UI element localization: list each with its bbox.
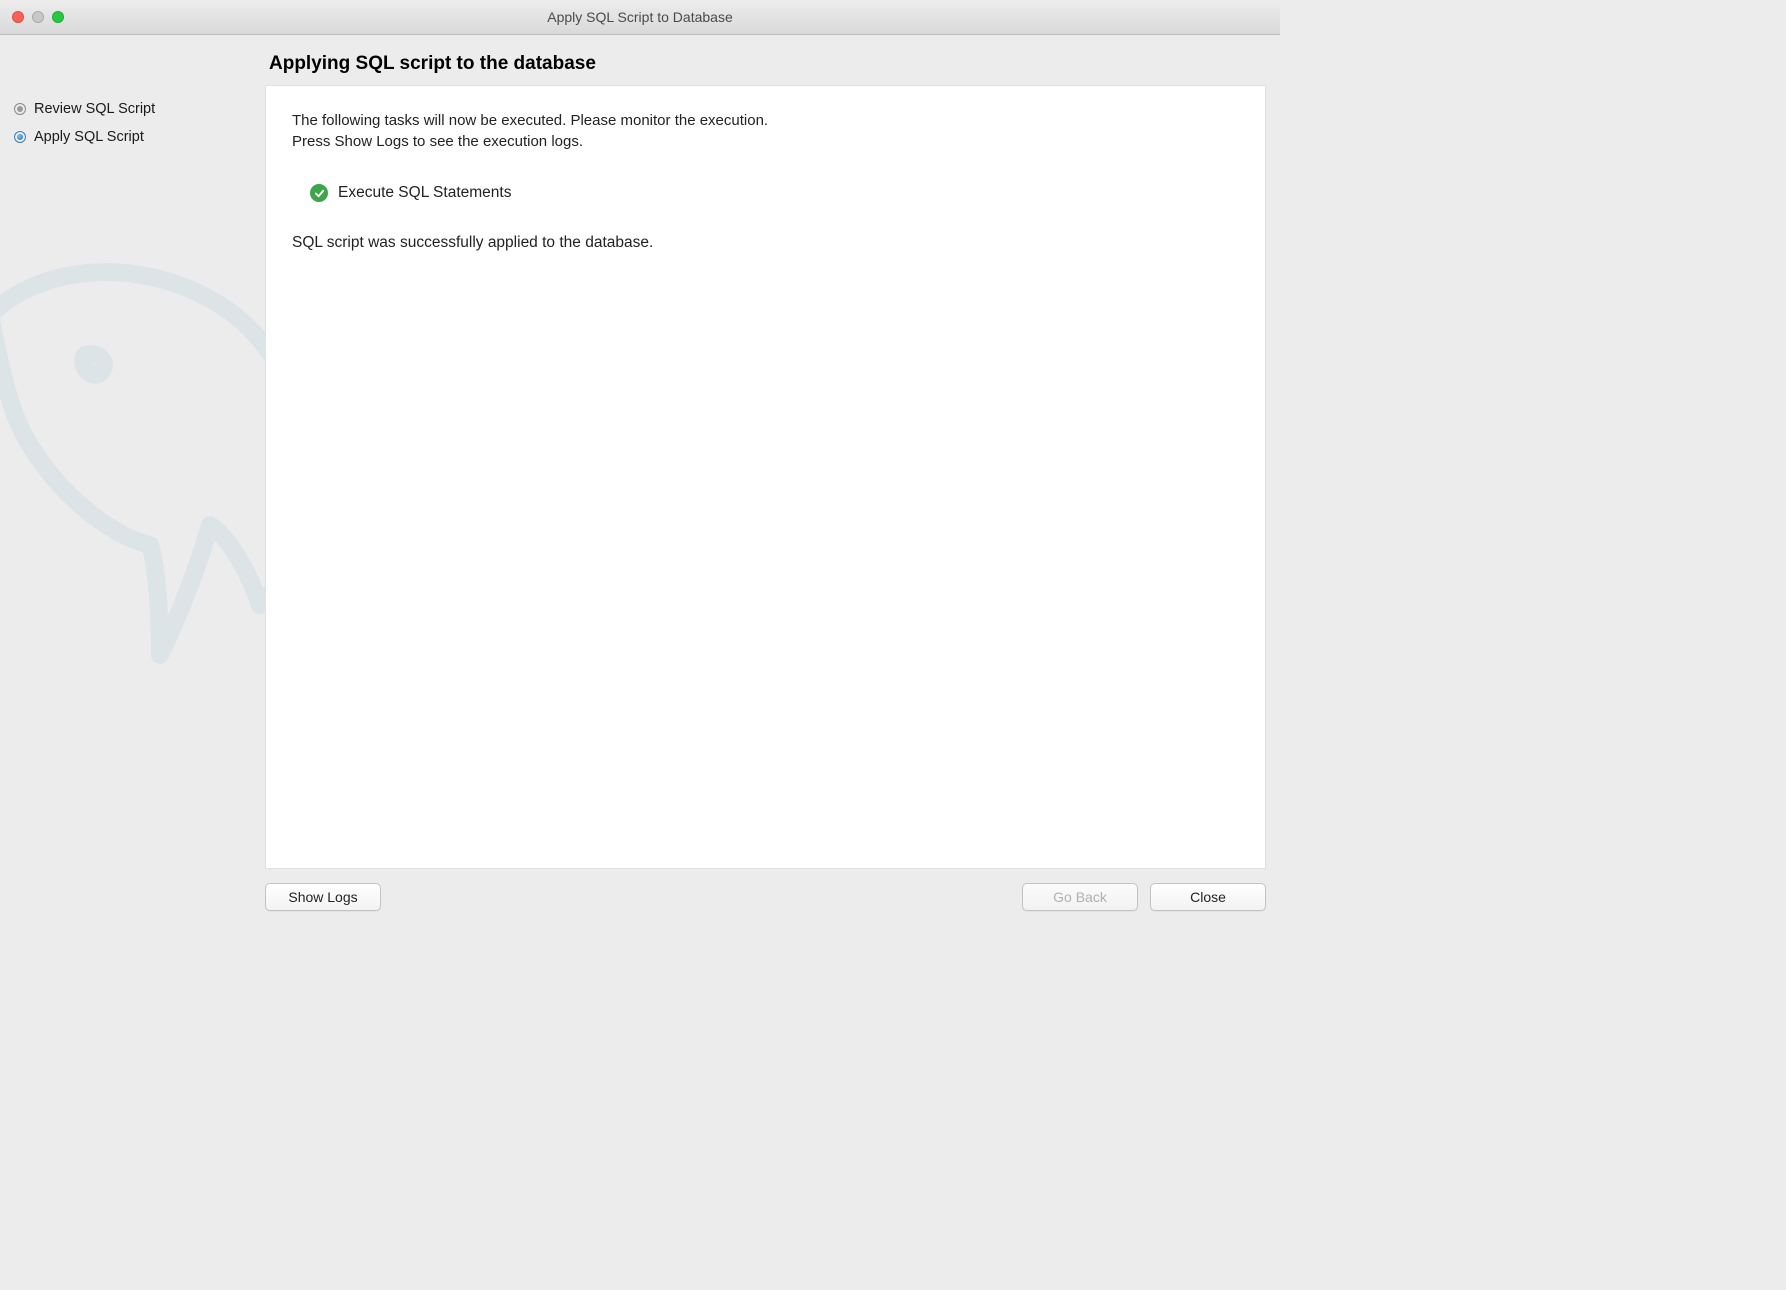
- result-text: SQL script was successfully applied to t…: [292, 234, 1239, 252]
- minimize-window-icon[interactable]: [32, 11, 44, 23]
- wizard-step-label: Review SQL Script: [34, 101, 155, 117]
- wizard-sidebar: Review SQL Script Apply SQL Script: [0, 35, 265, 925]
- page-title: Applying SQL script to the database: [269, 53, 1266, 75]
- task-label: Execute SQL Statements: [338, 184, 511, 202]
- window-controls: [12, 11, 64, 23]
- main-panel: Applying SQL script to the database The …: [265, 35, 1280, 925]
- show-logs-button[interactable]: Show Logs: [265, 883, 381, 911]
- close-window-icon[interactable]: [12, 11, 24, 23]
- step-bullet-icon: [14, 103, 26, 115]
- window-title: Apply SQL Script to Database: [0, 9, 1280, 25]
- mysql-dolphin-icon: [0, 245, 265, 665]
- wizard-step-review[interactable]: Review SQL Script: [0, 95, 265, 123]
- go-back-button: Go Back: [1022, 883, 1138, 911]
- wizard-step-apply[interactable]: Apply SQL Script: [0, 123, 265, 151]
- content-pane: The following tasks will now be executed…: [265, 85, 1266, 869]
- titlebar: Apply SQL Script to Database: [0, 0, 1280, 35]
- task-row: Execute SQL Statements: [310, 184, 1239, 202]
- step-bullet-icon: [14, 131, 26, 143]
- intro-text-line1: The following tasks will now be executed…: [292, 110, 1239, 131]
- wizard-step-label: Apply SQL Script: [34, 129, 144, 145]
- button-row: Show Logs Go Back Close: [265, 883, 1266, 911]
- success-check-icon: [310, 184, 328, 202]
- maximize-window-icon[interactable]: [52, 11, 64, 23]
- intro-text-line2: Press Show Logs to see the execution log…: [292, 131, 1239, 152]
- dialog-body: Review SQL Script Apply SQL Script Apply…: [0, 35, 1280, 925]
- close-button[interactable]: Close: [1150, 883, 1266, 911]
